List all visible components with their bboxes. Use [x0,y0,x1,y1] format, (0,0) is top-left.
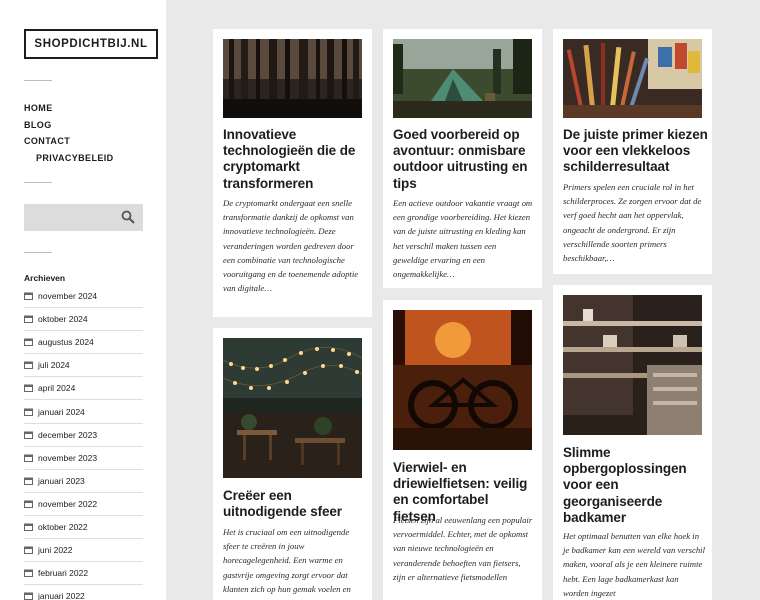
shelves-photo[interactable] [563,295,702,435]
post-card[interactable]: Vierwiel- en driewielfietsen: veilig en … [383,300,542,600]
calendar-icon [24,523,33,531]
post-card[interactable]: Innovatieve technologieën die de cryptom… [213,29,372,317]
calendar-icon [24,408,33,416]
archives-list: november 2024 oktober 2024 augustus 2024… [24,285,143,600]
paintbrush-photo[interactable] [563,39,702,118]
archive-item[interactable]: december 2023 [24,424,143,447]
archive-item[interactable]: januari 2022 [24,585,143,600]
archive-item[interactable]: juni 2022 [24,539,143,563]
archive-item[interactable]: februari 2022 [24,562,143,586]
post-excerpt: Het optimaal benutten van elke hoek in j… [563,531,706,598]
nav-item-home[interactable]: HOME [24,100,114,117]
calendar-icon [24,477,33,485]
calendar-icon [24,384,33,393]
calendar-icon [24,292,33,301]
archive-label[interactable]: december 2023 [38,430,97,440]
archive-item[interactable]: augustus 2024 [24,331,143,355]
post-card[interactable]: Creëer een uitnodigende sfeer Het is cru… [213,328,372,600]
tent-photo[interactable] [393,39,532,118]
archive-label[interactable]: januari 2023 [38,476,85,486]
calendar-icon [24,454,33,462]
archive-label[interactable]: oktober 2022 [38,522,88,532]
post-card[interactable]: Slimme opbergoplossingen voor een georga… [553,285,712,600]
calendar-icon [24,361,33,370]
sidebar: SHOPDICHTBIJ.NL HOME BLOG CONTACT PRIVAC… [0,0,166,600]
archive-label[interactable]: augustus 2024 [38,337,94,347]
calendar-icon [24,338,33,347]
post-excerpt: Primers spelen een cruciale rol in het s… [563,182,702,264]
archive-item[interactable]: november 2024 [24,285,143,309]
nav-item-contact[interactable]: CONTACT [24,133,114,150]
archive-label[interactable]: november 2023 [38,453,97,463]
archive-item[interactable]: oktober 2022 [24,516,143,540]
archive-item[interactable]: november 2022 [24,493,143,516]
archive-item[interactable]: januari 2023 [24,470,143,493]
post-excerpt: Een actieve outdoor vakantie vraagt om e… [393,198,533,280]
main-nav: HOME BLOG CONTACT PRIVACYBELEID [24,100,114,166]
divider [24,182,52,183]
post-excerpt: Het is cruciaal om een uitnodigende sfee… [223,527,351,594]
post-title[interactable]: De juiste primer kiezen voor een vlekkel… [563,127,708,176]
calendar-icon [24,592,33,600]
post-card[interactable]: De juiste primer kiezen voor een vlekkel… [553,29,712,274]
divider [24,80,52,81]
archive-item[interactable]: januari 2024 [24,400,143,424]
archive-label[interactable]: januari 2022 [38,591,85,600]
calendar-icon [24,500,33,508]
archive-item[interactable]: april 2024 [24,377,143,401]
post-excerpt: Fietsen zijn al eeuwenlang een populair … [393,515,533,582]
nav-item-blog[interactable]: BLOG [24,117,114,134]
calendar-icon [24,569,33,578]
archive-label[interactable]: april 2024 [38,383,75,393]
archive-item[interactable]: november 2023 [24,447,143,470]
archive-label[interactable]: januari 2024 [38,407,85,417]
nav-item-privacybeleid[interactable]: PRIVACYBELEID [24,150,114,167]
bike-sunset-photo[interactable] [393,310,532,450]
post-title[interactable]: Slimme opbergoplossingen voor een georga… [563,445,703,526]
archive-label[interactable]: november 2022 [38,499,97,509]
search-icon[interactable] [121,210,135,224]
post-excerpt: De cryptomarkt ondergaat een snelle tran… [223,198,359,294]
archive-label[interactable]: oktober 2024 [38,314,88,324]
post-title[interactable]: Goed voorbereid op avontuur: onmisbare o… [393,127,533,192]
forest-photo[interactable] [223,39,362,118]
archives-title: Archieven [24,273,66,283]
archive-label[interactable]: juli 2024 [38,360,70,370]
archive-item[interactable]: juli 2024 [24,354,143,378]
terrace-lights-photo[interactable] [223,338,362,478]
archive-label[interactable]: juni 2022 [38,545,73,555]
search-input[interactable] [24,204,143,231]
divider [24,252,52,253]
archive-label[interactable]: februari 2022 [38,568,88,578]
archive-label[interactable]: november 2024 [38,291,97,301]
post-card[interactable]: Goed voorbereid op avontuur: onmisbare o… [383,29,542,288]
calendar-icon [24,315,33,324]
calendar-icon [24,546,33,555]
calendar-icon [24,431,33,439]
site-logo[interactable]: SHOPDICHTBIJ.NL [24,29,158,59]
post-title[interactable]: Innovatieve technologieën die de cryptom… [223,127,363,192]
post-title[interactable]: Creëer een uitnodigende sfeer [223,488,363,520]
archive-item[interactable]: oktober 2024 [24,308,143,332]
